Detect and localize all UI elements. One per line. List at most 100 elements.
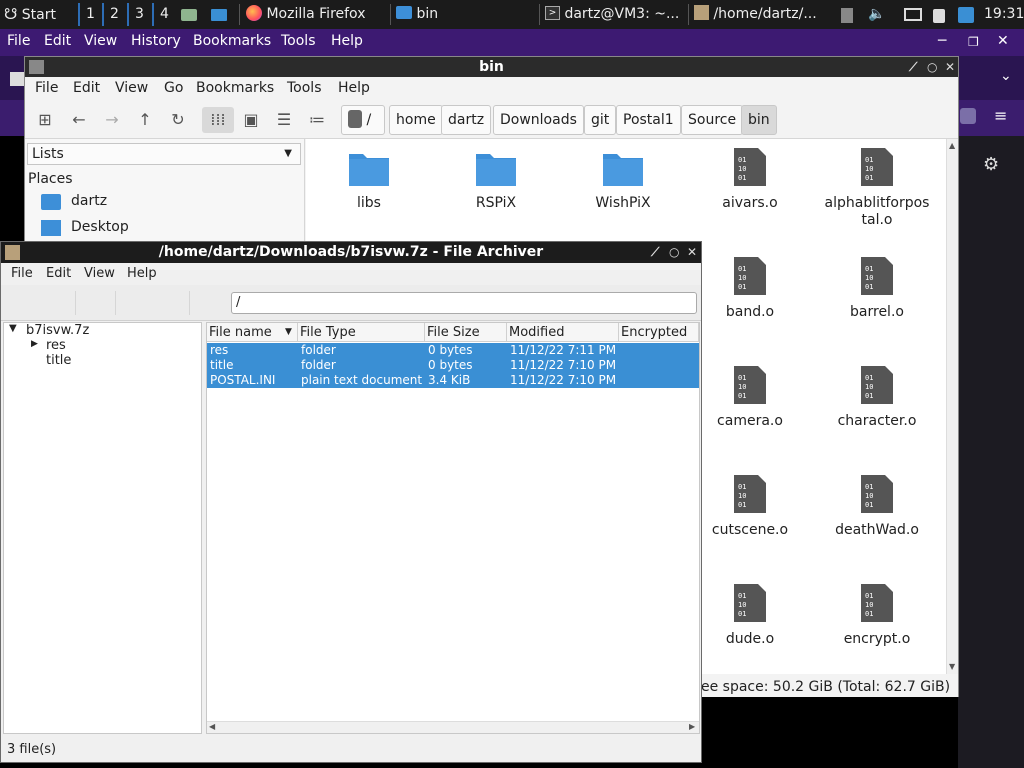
file-item-cutscene[interactable]: 01 10 01 cutscene.o	[695, 474, 805, 539]
horizontal-scrollbar[interactable]: ◀ ▶	[207, 721, 699, 733]
breadcrumb-dartz[interactable]: dartz	[441, 105, 492, 135]
thunar-menu-edit[interactable]: Edit	[73, 80, 100, 96]
settings-gear-icon[interactable]: ⚙	[983, 154, 999, 175]
scroll-up-icon[interactable]: ▲	[949, 141, 955, 150]
table-row[interactable]: title folder 0 bytes 11/12/22 7:10 PM	[207, 358, 699, 373]
forward-arrow-icon[interactable]: →	[98, 107, 126, 133]
updates-icon[interactable]	[957, 3, 977, 26]
network-icon[interactable]	[904, 3, 924, 26]
archiver-menu-edit[interactable]: Edit	[46, 266, 71, 281]
breadcrumb-source[interactable]: Source	[681, 105, 744, 135]
tree-node-title[interactable]: title	[46, 353, 71, 368]
clipboard-icon[interactable]	[840, 3, 856, 26]
file-manager-launcher-icon[interactable]	[180, 3, 202, 26]
thunar-menu-view[interactable]: View	[115, 80, 148, 96]
file-item-dude[interactable]: 01 10 01 dude.o	[695, 583, 805, 648]
firefox-menu-edit[interactable]: Edit	[44, 33, 71, 49]
workspace-4[interactable]: 4	[152, 3, 169, 26]
task-firefox[interactable]: Mozilla Firefox	[246, 3, 386, 26]
clock[interactable]: 19:31	[984, 3, 1024, 26]
breadcrumb-root[interactable]: /	[341, 105, 385, 135]
scroll-left-icon[interactable]: ◀	[209, 722, 215, 731]
place-item-desktop[interactable]: Desktop	[41, 217, 291, 239]
shade-icon[interactable]: ○	[669, 242, 679, 263]
column-header-modified[interactable]: Modified	[507, 323, 619, 342]
file-item-barrel[interactable]: 01 10 01 barrel.o	[822, 256, 932, 321]
archiver-location-input[interactable]: /	[231, 292, 697, 314]
file-item-deathwad[interactable]: 01 10 01 deathWad.o	[822, 474, 932, 539]
firefox-menu-view[interactable]: View	[84, 33, 117, 49]
tree-node-res[interactable]: res	[46, 338, 66, 353]
column-header-name[interactable]: File name ▼	[207, 323, 298, 342]
shade-icon[interactable]: ○	[927, 57, 937, 77]
table-row[interactable]: POSTAL.INI plain text document 3.4 KiB 1…	[207, 373, 699, 388]
breadcrumb-downloads[interactable]: Downloads	[493, 105, 584, 135]
file-item-aivars[interactable]: 01 10 01 aivars.o	[695, 147, 805, 212]
side-pane-type-select[interactable]: Lists ▼	[27, 143, 301, 165]
thunar-menu-help[interactable]: Help	[338, 80, 370, 96]
desktop-launcher-icon[interactable]	[210, 3, 232, 26]
firefox-menu-history[interactable]: History	[131, 33, 181, 49]
icon-view-icon[interactable]: ⁞⁞⁞	[202, 107, 234, 133]
file-item-encrypt[interactable]: 01 10 01 encrypt.o	[822, 583, 932, 648]
task-terminal[interactable]: > dartz@VM3: ~...	[545, 3, 685, 26]
extension-icon[interactable]	[960, 108, 976, 124]
thunar-menu-go[interactable]: Go	[164, 80, 183, 96]
detailed-list-icon[interactable]: ≔	[303, 107, 331, 133]
minimize-icon[interactable]: ─	[938, 33, 946, 49]
firefox-menu-help[interactable]: Help	[331, 33, 363, 49]
maximize-icon[interactable]: ⟋	[651, 242, 659, 263]
task-archiver[interactable]: /home/dartz/...	[694, 3, 830, 26]
thunar-menu-file[interactable]: File	[35, 80, 58, 96]
column-header-type[interactable]: File Type	[298, 323, 425, 342]
close-icon[interactable]: ✕	[945, 57, 955, 77]
expander-closed-icon[interactable]: ▶	[31, 339, 38, 349]
breadcrumb-home[interactable]: home	[389, 105, 443, 135]
start-button[interactable]: ☋ Start	[4, 3, 56, 26]
firefox-menu-tools[interactable]: Tools	[281, 33, 316, 49]
chevron-down-icon[interactable]: ⌄	[1000, 68, 1012, 84]
breadcrumb-bin[interactable]: bin	[741, 105, 777, 135]
column-header-encrypted[interactable]: Encrypted	[619, 323, 699, 342]
archiver-menu-file[interactable]: File	[11, 266, 33, 281]
workspace-3[interactable]: 3	[127, 3, 144, 26]
scroll-down-icon[interactable]: ▼	[949, 662, 955, 671]
workspace-2[interactable]: 2	[102, 3, 119, 26]
breadcrumb-git[interactable]: git	[584, 105, 617, 135]
close-icon[interactable]: ✕	[997, 33, 1009, 49]
file-item-libs[interactable]: libs	[314, 149, 424, 212]
close-icon[interactable]: ✕	[687, 242, 697, 263]
file-item-character[interactable]: 01 10 01 character.o	[822, 365, 932, 430]
archiver-menu-help[interactable]: Help	[127, 266, 157, 281]
file-item-wishpix[interactable]: WishPiX	[568, 149, 678, 212]
scroll-right-icon[interactable]: ▶	[689, 722, 695, 731]
tree-root[interactable]: b7isvw.7z	[26, 323, 89, 338]
file-item-alphablitforpostal[interactable]: 01 10 01 alphablitforpostal.o	[822, 147, 932, 229]
breadcrumb-postal1[interactable]: Postal1	[616, 105, 681, 135]
library-icon[interactable]	[10, 72, 24, 86]
compact-list-icon[interactable]: ☰	[270, 107, 298, 133]
place-item-dartz[interactable]: dartz	[41, 191, 291, 213]
file-item-camera[interactable]: 01 10 01 camera.o	[695, 365, 805, 430]
file-item-band[interactable]: 01 10 01 band.o	[695, 256, 805, 321]
thunar-menu-bookmarks[interactable]: Bookmarks	[196, 80, 274, 96]
column-header-size[interactable]: File Size	[425, 323, 507, 342]
firefox-menu-file[interactable]: File	[7, 33, 30, 49]
hamburger-menu-icon[interactable]: ≡	[994, 106, 1007, 125]
thunar-menu-tools[interactable]: Tools	[287, 80, 322, 96]
up-arrow-icon[interactable]: ↑	[131, 107, 159, 133]
restore-icon[interactable]: ❐	[968, 35, 979, 49]
workspace-1[interactable]: 1	[78, 3, 95, 26]
table-row[interactable]: res folder 0 bytes 11/12/22 7:11 PM	[207, 343, 699, 358]
reload-icon[interactable]: ↻	[164, 107, 192, 133]
back-arrow-icon[interactable]: ←	[65, 107, 93, 133]
task-bin[interactable]: bin	[396, 3, 536, 26]
maximize-icon[interactable]: ⟋	[909, 57, 917, 77]
archiver-titlebar[interactable]: /home/dartz/Downloads/b7isvw.7z - File A…	[1, 242, 701, 263]
expander-open-icon[interactable]: ▼	[9, 323, 17, 334]
thunar-titlebar[interactable]: bin ⟋ ○ ✕	[25, 57, 958, 77]
image-view-icon[interactable]: ▣	[237, 107, 265, 133]
vertical-scrollbar[interactable]: ▲ ▼	[946, 139, 958, 674]
new-tab-icon[interactable]: ⊞	[31, 107, 59, 133]
archiver-menu-view[interactable]: View	[84, 266, 115, 281]
